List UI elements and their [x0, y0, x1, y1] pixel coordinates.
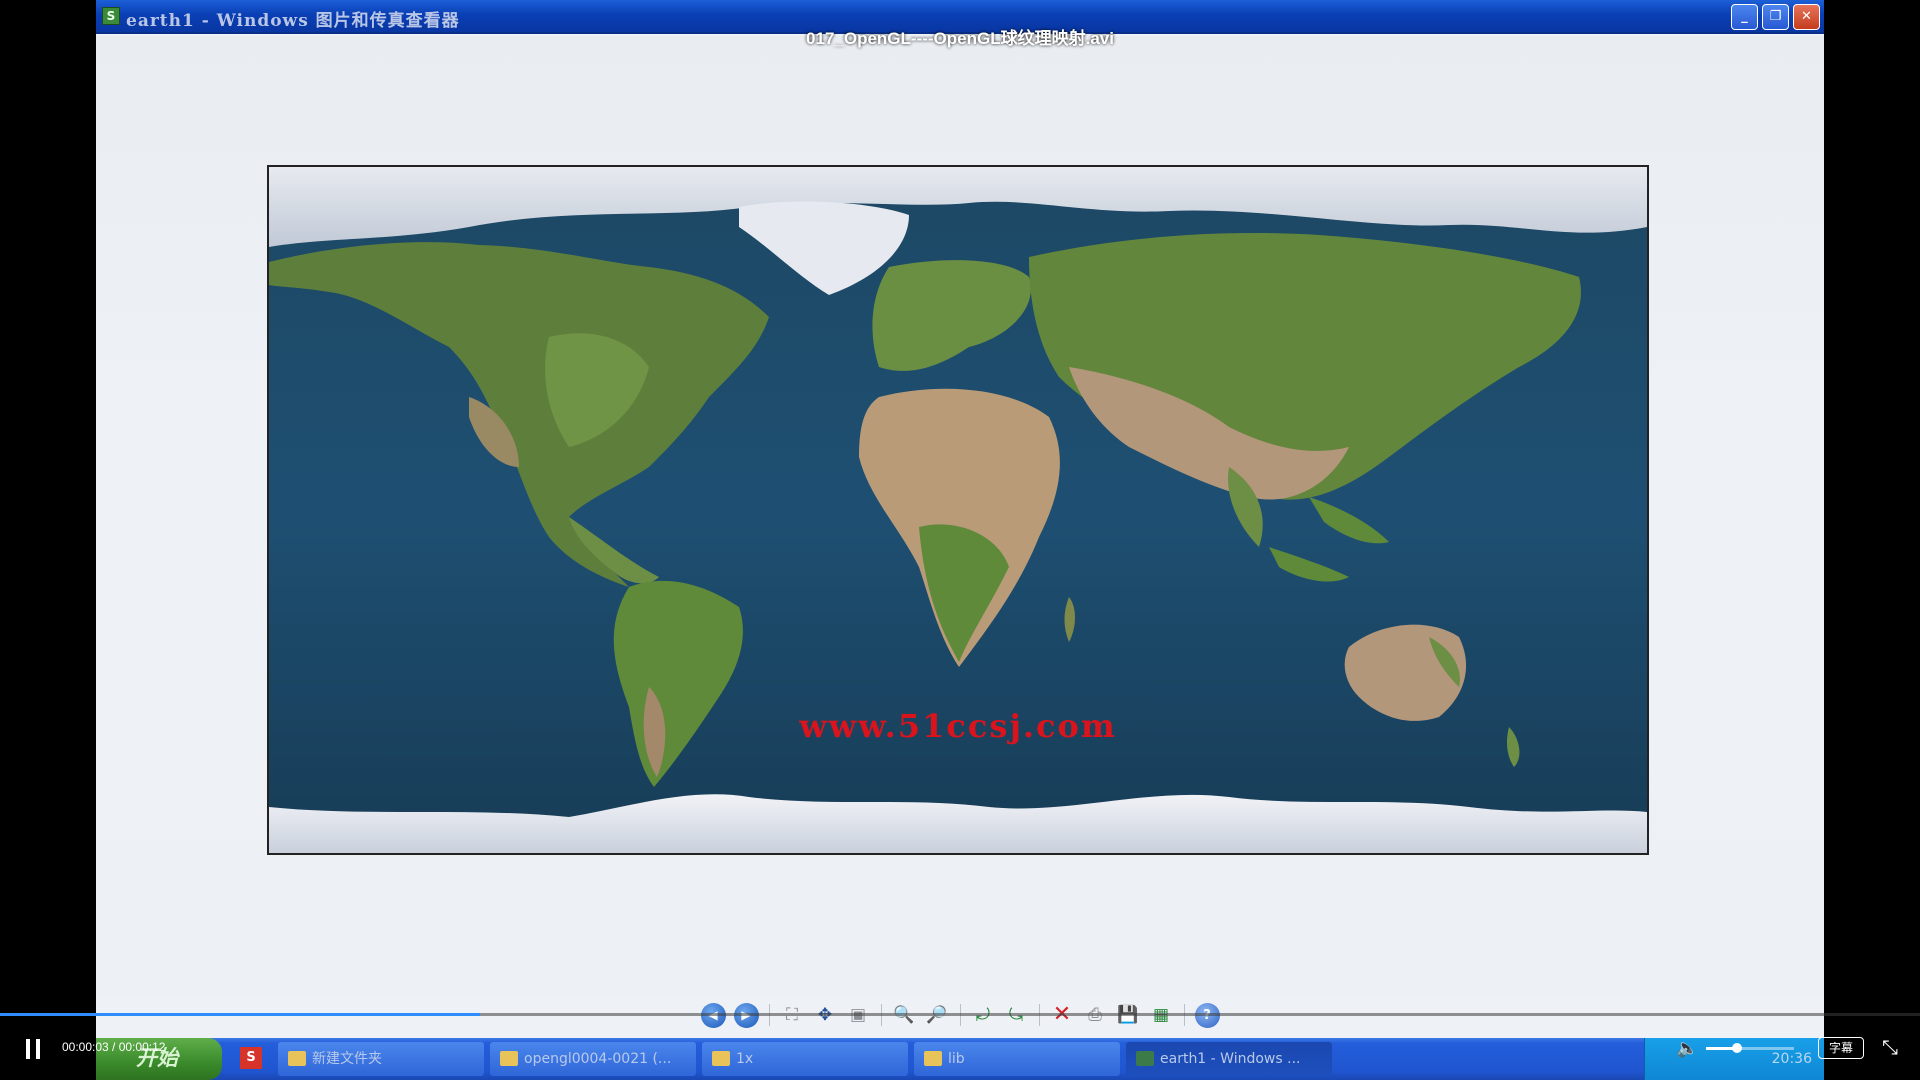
- taskbar-item[interactable]: opengl0004-0021 (...: [490, 1042, 696, 1076]
- video-stage: S earth1 - Windows 图片和传真查看器 _ ❐ ✕ www.51…: [0, 0, 1920, 1080]
- quick-launch-icon[interactable]: S: [240, 1047, 262, 1069]
- video-title: 017_OpenGL----OpenGL球纹理映射.avi: [806, 29, 1114, 48]
- watermark-text: www.51ccsj.com: [799, 707, 1117, 745]
- taskbar-clock: 20:36: [1771, 1051, 1812, 1067]
- folder-icon: [924, 1051, 942, 1066]
- taskbar-item-label: opengl0004-0021 (...: [524, 1051, 672, 1067]
- picture-viewer-window: S earth1 - Windows 图片和传真查看器 _ ❐ ✕ www.51…: [96, 0, 1824, 1080]
- taskbar-item-label: 新建文件夹: [312, 1051, 382, 1067]
- pause-button[interactable]: [26, 1038, 48, 1060]
- volume-icon[interactable]: 🔈: [1676, 1038, 1698, 1059]
- taskbar-item[interactable]: lib: [914, 1042, 1120, 1076]
- playback-time: 00:00:03 / 00:00:12: [62, 1040, 166, 1054]
- folder-icon: [500, 1051, 518, 1066]
- picture-viewer-icon: [1136, 1051, 1154, 1066]
- taskbar-item-active[interactable]: earth1 - Windows ...: [1126, 1042, 1332, 1076]
- app-icon: S: [102, 7, 120, 25]
- video-progress-bar[interactable]: [0, 1013, 1920, 1016]
- xp-taskbar: 开始 S 新建文件夹 opengl0004-0021 (... 1x lib e…: [96, 1038, 1824, 1080]
- image-viewer-area: www.51ccsj.com: [96, 36, 1824, 996]
- pause-icon: [36, 1039, 40, 1059]
- taskbar-item-label: lib: [948, 1051, 965, 1067]
- volume-slider-knob[interactable]: [1731, 1043, 1742, 1053]
- subtitle-button[interactable]: 字幕: [1818, 1037, 1864, 1059]
- volume-slider[interactable]: [1706, 1043, 1794, 1053]
- world-map-graphic: [269, 167, 1647, 853]
- folder-icon: [288, 1051, 306, 1066]
- pause-icon: [26, 1039, 30, 1059]
- folder-icon: [712, 1051, 730, 1066]
- exit-fullscreen-icon[interactable]: ⤡: [1882, 1035, 1898, 1059]
- taskbar-item[interactable]: 1x: [702, 1042, 908, 1076]
- taskbar-item-label: earth1 - Windows ...: [1160, 1051, 1301, 1067]
- video-progress-fill: [0, 1013, 480, 1016]
- taskbar-item[interactable]: 新建文件夹: [278, 1042, 484, 1076]
- world-map-image: www.51ccsj.com: [267, 165, 1649, 855]
- taskbar-item-label: 1x: [736, 1051, 754, 1067]
